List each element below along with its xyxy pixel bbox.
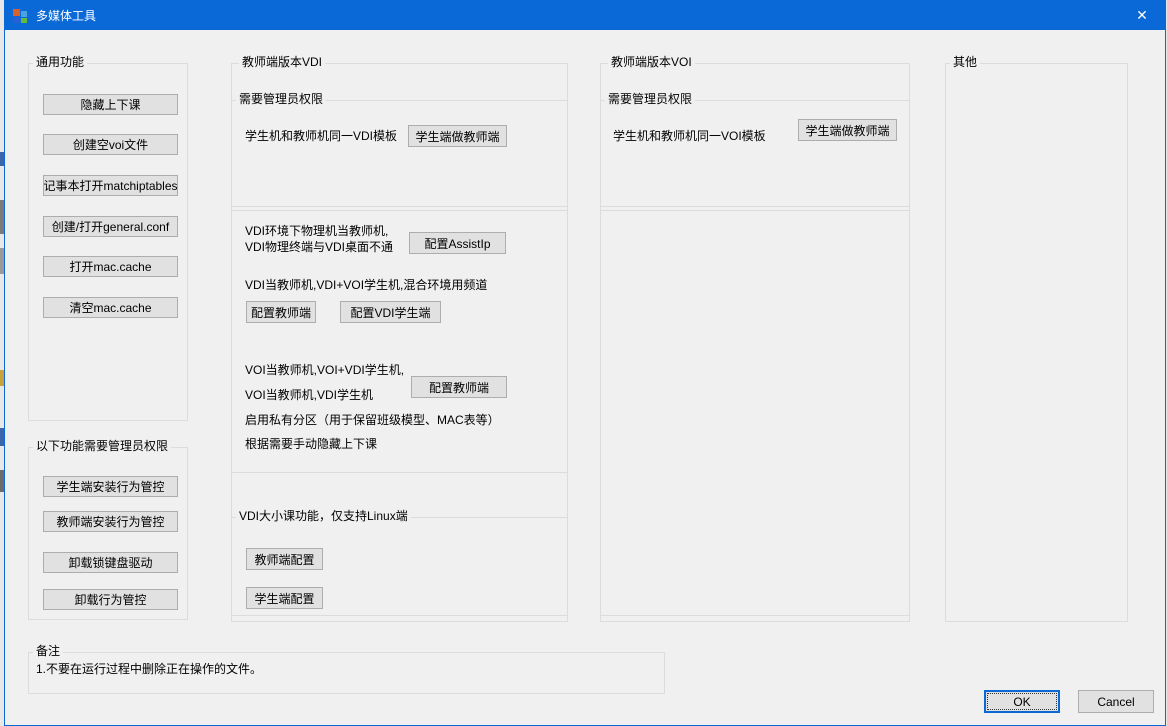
group-general-functions: 通用功能 <box>28 63 188 421</box>
cancel-button[interactable]: Cancel <box>1078 690 1154 713</box>
uninstall-keylock-driver-button[interactable]: 卸载锁键盘驱动 <box>43 552 178 573</box>
create-empty-voi-button[interactable]: 创建空voi文件 <box>43 134 178 155</box>
dialog-window: 多媒体工具 ✕ 通用功能 隐藏上下课 创建空voi文件 记事本打开matchip… <box>4 0 1166 726</box>
group-vdi-admin-required-label: 需要管理员权限 <box>236 92 326 107</box>
group-voi-admin-required-label: 需要管理员权限 <box>605 92 695 107</box>
vdi-same-template-text: 学生机和教师机同一VDI模板 <box>245 128 397 144</box>
configure-teacher-button[interactable]: 配置教师端 <box>246 301 316 323</box>
voi-same-template-text: 学生机和教师机同一VOI模板 <box>613 128 766 144</box>
manual-hide-text: 根据需要手动隐藏上下课 <box>245 436 377 452</box>
close-button[interactable]: ✕ <box>1119 1 1165 30</box>
ok-button[interactable]: OK <box>984 690 1060 713</box>
group-other: 其他 <box>945 63 1128 622</box>
group-teacher-vdi-label: 教师端版本VDI <box>239 55 325 70</box>
titlebar[interactable]: 多媒体工具 ✕ <box>5 1 1165 30</box>
open-general-conf-button[interactable]: 创建/打开general.conf <box>43 216 178 237</box>
private-partition-text: 启用私有分区（用于保留班级模型、MAC表等） <box>245 412 500 428</box>
clear-mac-cache-button[interactable]: 清空mac.cache <box>43 297 178 318</box>
configure-voi-teacher-button[interactable]: 配置教师端 <box>411 376 507 398</box>
group-voi-empty <box>600 210 910 616</box>
voi-teacher-text-line2: VOI当教师机,VDI学生机 <box>245 387 373 403</box>
group-vdi-linux-class-label: VDI大小课功能，仅支持Linux端 <box>236 509 411 524</box>
group-voi-admin-required: 需要管理员权限 <box>600 100 910 207</box>
group-vdi-admin-required: 需要管理员权限 <box>231 100 568 207</box>
student-config-button[interactable]: 学生端配置 <box>246 587 323 609</box>
uninstall-behavior-control-button[interactable]: 卸载行为管控 <box>43 589 178 610</box>
vdi-student-as-teacher-button[interactable]: 学生端做教师端 <box>408 125 507 147</box>
notepad-matchiptables-button[interactable]: 记事本打开matchiptables <box>43 175 178 196</box>
vdi-assist-text-line2: VDI物理终端与VDI桌面不通 <box>245 239 393 255</box>
vdi-mixed-channel-text: VDI当教师机,VDI+VOI学生机,混合环境用频道 <box>245 277 487 293</box>
configure-vdi-student-button[interactable]: 配置VDI学生端 <box>340 301 441 323</box>
group-teacher-voi-label: 教师端版本VOI <box>608 55 695 70</box>
group-other-label: 其他 <box>950 55 980 70</box>
open-mac-cache-button[interactable]: 打开mac.cache <box>43 256 178 277</box>
voi-teacher-text-line1: VOI当教师机,VOI+VDI学生机, <box>245 362 404 378</box>
group-notes-label: 备注 <box>33 644 63 659</box>
vdi-assist-text-line1: VDI环境下物理机当教师机, <box>245 223 388 239</box>
screen: 多媒体工具 ✕ 通用功能 隐藏上下课 创建空voi文件 记事本打开matchip… <box>0 0 1167 726</box>
hide-class-button[interactable]: 隐藏上下课 <box>43 94 178 115</box>
group-general-functions-label: 通用功能 <box>33 55 87 70</box>
teacher-install-control-button[interactable]: 教师端安装行为管控 <box>43 511 178 532</box>
voi-student-as-teacher-button[interactable]: 学生端做教师端 <box>798 119 897 141</box>
teacher-config-button[interactable]: 教师端配置 <box>246 548 323 570</box>
dialog-client-area: 通用功能 隐藏上下课 创建空voi文件 记事本打开matchiptables 创… <box>5 30 1165 725</box>
group-admin-functions-label: 以下功能需要管理员权限 <box>33 439 171 454</box>
note-text-1: 1.不要在运行过程中删除正在操作的文件。 <box>36 661 262 677</box>
window-title: 多媒体工具 <box>36 7 96 24</box>
configure-assistip-button[interactable]: 配置AssistIp <box>409 232 506 254</box>
student-install-control-button[interactable]: 学生端安装行为管控 <box>43 476 178 497</box>
close-icon: ✕ <box>1136 7 1148 24</box>
app-icon <box>12 8 28 24</box>
